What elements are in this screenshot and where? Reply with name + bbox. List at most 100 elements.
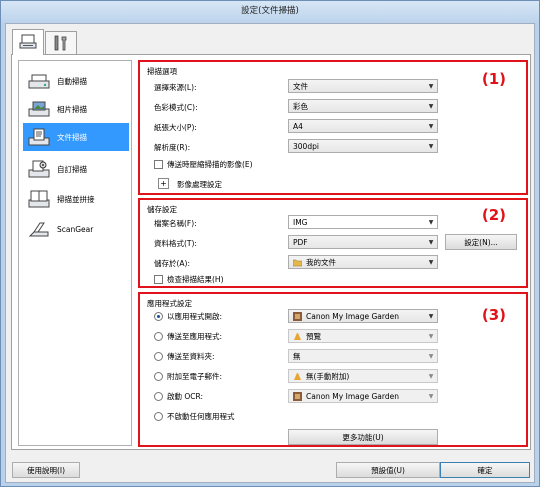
tab-general-settings[interactable] bbox=[45, 31, 77, 55]
ok-button[interactable]: 確定 bbox=[440, 462, 530, 478]
color-mode-label: 色彩模式(C): bbox=[154, 103, 198, 112]
plus-icon: + bbox=[160, 179, 167, 188]
radio-start-ocr[interactable]: 啟動 OCR: bbox=[154, 391, 203, 402]
chevron-down-icon: ▼ bbox=[428, 258, 434, 266]
scan-stitch-icon bbox=[27, 188, 51, 210]
sidebar-item-label: 自訂掃描 bbox=[57, 164, 87, 174]
radio-button bbox=[154, 372, 163, 381]
radio-label: 不啟動任何應用程式 bbox=[167, 412, 235, 421]
send-to-folder-value: 無 bbox=[293, 351, 301, 361]
more-functions-button[interactable]: 更多功能(U) bbox=[288, 429, 438, 445]
radio-open-with-app[interactable]: 以應用程式開啟: bbox=[154, 311, 222, 322]
send-to-app-select[interactable]: 預覽 ▼ bbox=[288, 329, 438, 343]
sidebar-item-auto-scan[interactable]: 自動掃描 bbox=[23, 67, 129, 95]
sidebar-item-label: 自動掃描 bbox=[57, 76, 87, 86]
resolution-value: 300dpi bbox=[293, 141, 319, 151]
radio-send-to-folder[interactable]: 傳送至資料夾: bbox=[154, 351, 215, 362]
section-title: 儲存設定 bbox=[147, 205, 177, 214]
chevron-down-icon: ▼ bbox=[428, 122, 434, 130]
radio-send-to-app[interactable]: 傳送至應用程式: bbox=[154, 331, 222, 342]
format-settings-button[interactable]: 設定(N)... bbox=[445, 234, 517, 250]
source-label: 選擇來源(L): bbox=[154, 83, 197, 92]
section-number: (3) bbox=[481, 306, 506, 324]
paper-size-value: A4 bbox=[293, 121, 303, 131]
radio-label: 傳送至資料夾: bbox=[167, 352, 215, 361]
data-format-value: PDF bbox=[293, 237, 308, 247]
compress-checkbox[interactable]: 傳送時壓縮掃描的影像(E) bbox=[154, 159, 253, 170]
start-ocr-value: Canon My Image Garden bbox=[306, 391, 399, 401]
radio-label: 以應用程式開啟: bbox=[167, 312, 223, 321]
chevron-down-icon: ▼ bbox=[428, 372, 434, 380]
email-icon bbox=[294, 372, 301, 380]
auto-scan-icon bbox=[27, 70, 51, 92]
radio-button bbox=[154, 312, 163, 321]
general-settings-icon bbox=[52, 35, 70, 53]
scan-options-section: 掃描選項 (1) 選擇來源(L): 文件 ▼ 色彩模式(C): 彩色 ▼ 紙張大小(… bbox=[138, 60, 528, 195]
color-mode-value: 彩色 bbox=[293, 101, 308, 111]
folder-icon bbox=[293, 259, 302, 266]
radio-label: 傳送至應用程式: bbox=[167, 332, 223, 341]
preview-icon bbox=[294, 332, 301, 340]
file-name-value: IMG bbox=[293, 217, 308, 227]
section-title: 應用程式設定 bbox=[147, 299, 192, 308]
chevron-down-icon: ▼ bbox=[428, 392, 434, 400]
section-number: (2) bbox=[481, 206, 506, 224]
sidebar-item-label: 掃描並拼接 bbox=[57, 194, 95, 204]
tab-scan-settings[interactable] bbox=[12, 29, 44, 55]
chevron-down-icon: ▼ bbox=[428, 238, 434, 246]
settings-window: 設定(文件掃描) 自動掃描 相片掃描 文件掃描 自訂掃描 掃描並拼接 ScanG… bbox=[0, 0, 540, 487]
checkbox-box bbox=[154, 160, 163, 169]
chevron-down-icon: ▼ bbox=[428, 312, 434, 320]
sidebar-item-label: 相片掃描 bbox=[57, 104, 87, 114]
send-to-folder-select[interactable]: 無 ▼ bbox=[288, 349, 438, 363]
color-mode-select[interactable]: 彩色 ▼ bbox=[288, 99, 438, 113]
sidebar-item-custom-scan[interactable]: 自訂掃描 bbox=[23, 155, 129, 183]
data-format-select[interactable]: PDF ▼ bbox=[288, 235, 438, 249]
paper-size-select[interactable]: A4 ▼ bbox=[288, 119, 438, 133]
dialog-client: 自動掃描 相片掃描 文件掃描 自訂掃描 掃描並拼接 ScanGear 掃描選項 … bbox=[5, 23, 535, 483]
sidebar-item-photo-scan[interactable]: 相片掃描 bbox=[23, 95, 129, 123]
radio-attach-email[interactable]: 附加至電子郵件: bbox=[154, 371, 222, 382]
sidebar-item-document-scan[interactable]: 文件掃描 bbox=[23, 123, 129, 151]
radio-button bbox=[154, 412, 163, 421]
source-value: 文件 bbox=[293, 81, 308, 91]
image-processing-label[interactable]: 影像處理設定 bbox=[177, 179, 222, 190]
source-select[interactable]: 文件 ▼ bbox=[288, 79, 438, 93]
attach-email-value: 無(手動附加) bbox=[306, 371, 350, 381]
file-name-input[interactable]: IMG ▼ bbox=[288, 215, 438, 229]
chevron-down-icon: ▼ bbox=[428, 218, 434, 226]
help-button[interactable]: 使用說明(I) bbox=[12, 462, 80, 478]
sidebar-item-label: ScanGear bbox=[57, 224, 94, 234]
radio-button bbox=[154, 352, 163, 361]
document-scan-icon bbox=[27, 126, 51, 148]
radio-label: 附加至電子郵件: bbox=[167, 372, 223, 381]
check-results-checkbox[interactable]: 檢查掃描結果(H) bbox=[154, 274, 224, 285]
defaults-button[interactable]: 預設值(U) bbox=[336, 462, 440, 478]
paper-size-label: 紙張大小(P): bbox=[154, 123, 197, 132]
window-title: 設定(文件掃描) bbox=[1, 1, 539, 23]
photo-scan-icon bbox=[27, 98, 51, 120]
radio-button bbox=[154, 332, 163, 341]
open-with-app-select[interactable]: Canon My Image Garden ▼ bbox=[288, 309, 438, 323]
start-ocr-select[interactable]: Canon My Image Garden ▼ bbox=[288, 389, 438, 403]
save-in-label: 儲存於(A): bbox=[154, 259, 191, 268]
radio-button bbox=[154, 392, 163, 401]
radio-no-app[interactable]: 不啟動任何應用程式 bbox=[154, 411, 235, 422]
app-icon bbox=[293, 311, 302, 321]
sidebar-item-scangear[interactable]: ScanGear bbox=[23, 215, 129, 243]
chevron-down-icon: ▼ bbox=[428, 102, 434, 110]
save-in-value: 我的文件 bbox=[306, 257, 336, 267]
file-name-label: 檔案名稱(F): bbox=[154, 219, 197, 228]
send-to-app-value: 預覽 bbox=[306, 331, 321, 341]
chevron-down-icon: ▼ bbox=[428, 352, 434, 360]
sidebar-item-scan-stitch[interactable]: 掃描並拼接 bbox=[23, 185, 129, 213]
expand-button[interactable]: + bbox=[158, 178, 169, 189]
scan-settings-icon bbox=[19, 34, 37, 52]
resolution-select[interactable]: 300dpi ▼ bbox=[288, 139, 438, 153]
attach-email-select[interactable]: 無(手動附加) ▼ bbox=[288, 369, 438, 383]
section-number: (1) bbox=[481, 70, 506, 88]
resolution-label: 解析度(R): bbox=[154, 143, 191, 152]
check-results-label: 檢查掃描結果(H) bbox=[167, 275, 224, 284]
tab-panel: 自動掃描 相片掃描 文件掃描 自訂掃描 掃描並拼接 ScanGear 掃描選項 … bbox=[11, 54, 531, 450]
save-in-select[interactable]: 我的文件 ▼ bbox=[288, 255, 438, 269]
